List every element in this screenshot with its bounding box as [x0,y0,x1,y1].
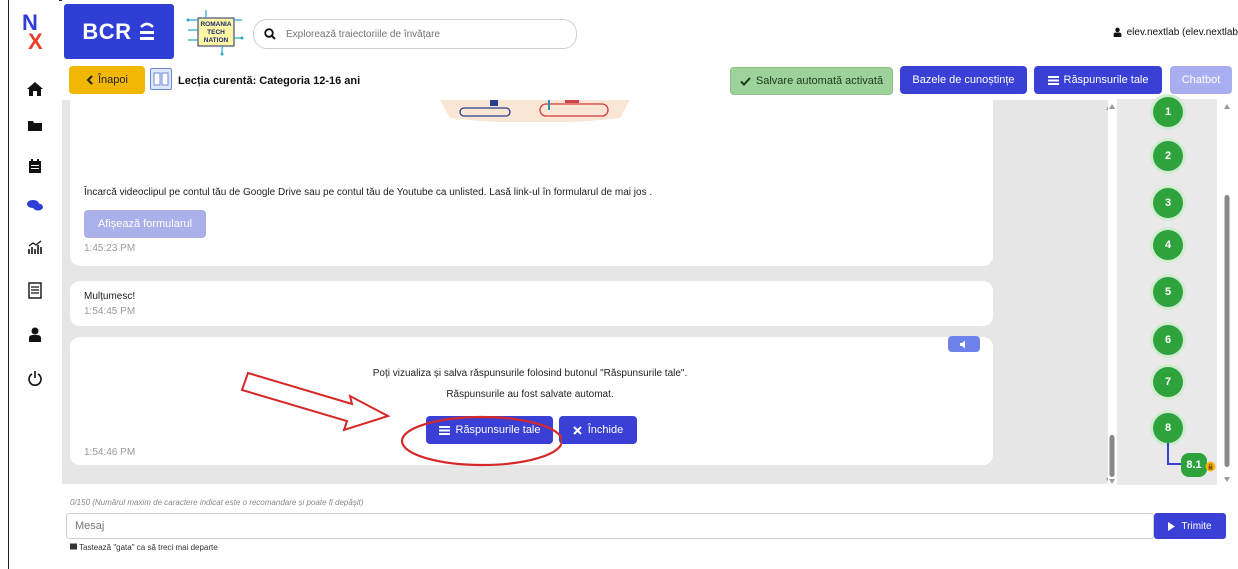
list-icon [1047,75,1059,85]
lock-icon [1205,461,1216,472]
message-time: 1:45:23 PM [84,243,136,254]
progress-scrollbar[interactable] [1108,99,1116,485]
search-bar[interactable] [253,19,577,49]
message-text: Mulțumesc! [84,291,136,302]
home-icon[interactable] [23,77,47,101]
step-2[interactable]: 2 [1153,141,1183,171]
chatbot-button[interactable]: Chatbot [1170,66,1232,94]
speaker-icon [960,340,965,348]
brand-name: BCR [82,18,132,44]
audio-button[interactable] [948,336,980,352]
user-avatar-icon [1113,27,1121,37]
chat-area[interactable]: Încarcă videoclipul pe contul tău de Goo… [62,100,1108,484]
stats-icon[interactable] [23,236,47,260]
nextlab-logo: N X [22,10,43,50]
report-icon[interactable] [23,278,47,302]
user-icon[interactable] [23,323,47,347]
input-hint: Tastează "gata" ca să treci mai departe [70,543,218,552]
step-7[interactable]: 7 [1153,367,1183,397]
step-1[interactable]: 1 [1153,97,1183,127]
chat-icon[interactable] [23,193,47,217]
message-text: Încarcă videoclipul pe contul tău de Goo… [84,187,653,198]
play-icon [1168,521,1176,531]
message-time: 1:54:46 PM [84,447,136,458]
panel-scrollbar[interactable] [1223,99,1231,485]
romania-tech-nation-logo: ROMANIA TECH NATION [186,10,244,56]
send-label: Trimite [1181,520,1212,532]
power-icon[interactable] [23,366,47,390]
step-6[interactable]: 6 [1153,325,1183,355]
svg-text:X: X [28,29,43,50]
calendar-icon[interactable] [23,154,47,178]
chat-message: Mulțumesc! 1:54:45 PM [70,281,993,326]
send-button[interactable]: Trimite [1154,513,1226,539]
illustration-image [440,100,630,122]
close-icon [573,425,582,435]
step-4[interactable]: 4 [1153,230,1183,260]
partner-line-3: NATION [204,37,229,44]
chat-message: Încarcă videoclipul pe contul tău de Goo… [70,100,993,266]
close-button[interactable]: Închide [559,416,637,444]
search-icon [264,28,276,40]
substep-8-1[interactable]: 8.1 [1181,453,1207,477]
char-counter: 0/150 (Numărul maxim de caractere indica… [70,498,364,507]
message-input[interactable] [66,513,1154,539]
answers-label: Răspunsurile tale [1063,74,1149,86]
step-8[interactable]: 8 [1153,413,1183,443]
folder-icon[interactable] [23,113,47,137]
lesson-title: Lecția curentă: Categoria 12-16 ani [178,75,361,87]
header: BCR ROMANIA TECH NATION elev.nextlab (el… [62,0,1238,62]
search-input[interactable] [284,27,558,41]
sidebar: N X [9,0,59,569]
back-label: Înapoi [98,74,128,86]
partner-line-2: TECH [207,29,225,36]
autosave-label: Salvare automată activată [755,75,884,87]
chatbot-label: Chatbot [1181,74,1221,86]
bcr-sign-icon [139,22,154,40]
knowledge-base-button[interactable]: Bazele de cunoștințe [900,66,1027,94]
show-form-button[interactable]: Afișează formularul [84,210,206,238]
answers-button[interactable]: Răspunsurile tale [1034,66,1162,94]
message-time: 1:54:45 PM [84,306,136,317]
progress-panel: 1 2 3 4 5 6 7 8 8.1 [1109,97,1230,485]
step-5[interactable]: 5 [1153,277,1183,307]
autosave-status-button[interactable]: Salvare automată activată [730,67,893,95]
input-hint-text: Tastează "gata" ca să treci mai departe [79,543,218,552]
close-label: Închide [587,424,624,436]
knowledge-label: Bazele de cunoștințe [912,74,1015,86]
check-icon [740,76,751,86]
annotation-arrow-overlay [240,371,562,467]
back-button[interactable]: Înapoi [69,66,145,94]
chevron-left-icon [86,75,93,85]
step-3[interactable]: 3 [1153,188,1183,218]
toolbar: Înapoi Lecția curentă: Categoria 12-16 a… [62,62,1238,98]
user-menu[interactable]: elev.nextlab (elev.nextlab [1113,27,1238,38]
keyboard-icon [70,543,77,550]
bcr-logo[interactable]: BCR [64,4,174,59]
username: elev.nextlab (elev.nextlab [1126,27,1238,38]
partner-line-1: ROMANIA [200,21,231,28]
book-icon [150,68,172,90]
show-form-label: Afișează formularul [97,218,193,230]
